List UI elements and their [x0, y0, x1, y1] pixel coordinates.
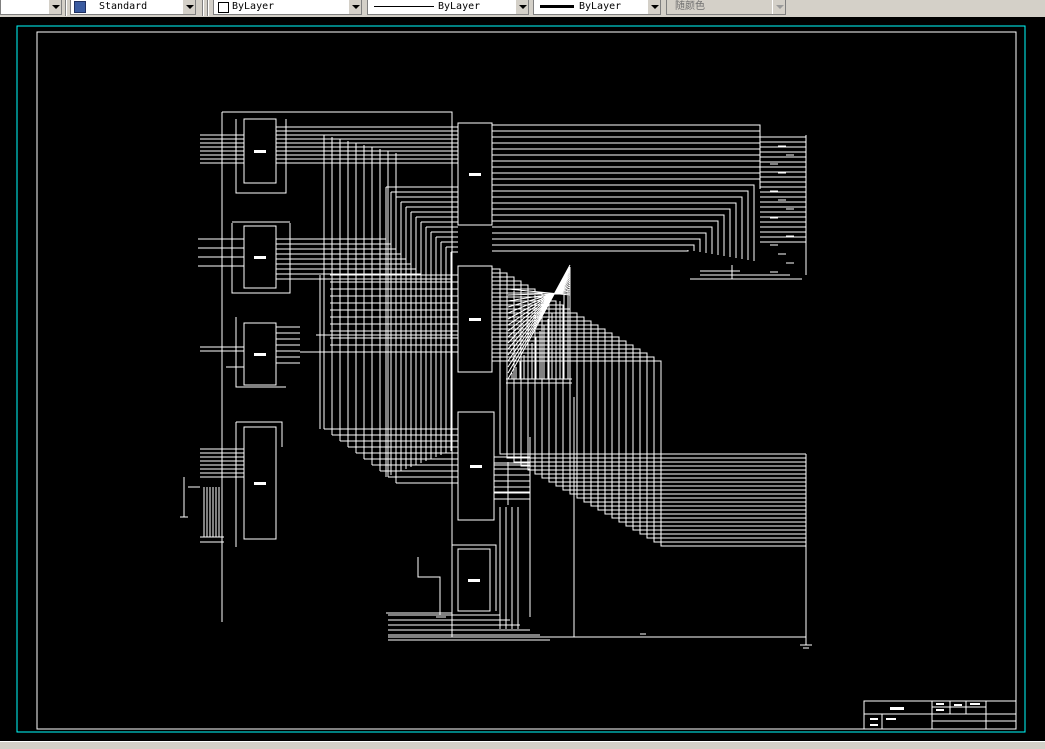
chevron-down-icon[interactable]: [515, 0, 528, 14]
plot-style-value: 随颜色: [675, 1, 705, 12]
title-block-text-mark: [890, 707, 904, 710]
chevron-down-icon[interactable]: [182, 0, 195, 14]
lineweight-combo[interactable]: ByLayer: [533, 0, 661, 15]
wire-traces: [180, 111, 812, 649]
chip-u4-label-mark: [254, 482, 266, 485]
color-swatch-icon: [218, 2, 229, 13]
chevron-down-icon[interactable]: [647, 0, 660, 14]
chip-cpu-label-mark: [469, 173, 481, 176]
toolbar-separator: [202, 0, 204, 16]
lineweight-value: ByLayer: [579, 1, 622, 12]
drawing-canvas[interactable]: [0, 17, 1045, 741]
title-block-text-mark: [886, 718, 896, 720]
toolbar-separator: [207, 0, 209, 16]
properties-toolbar: Standard ByLayer ByLayer ByLayer 随颜色: [0, 0, 1045, 18]
title-block-text-mark: [936, 709, 944, 711]
title-block-text-mark: [870, 724, 878, 726]
layer-color-value: ByLayer: [232, 1, 275, 12]
title-block-text-mark: [936, 703, 944, 705]
title-block-text-mark: [970, 703, 980, 705]
text-style-icon: [74, 1, 86, 13]
line-sample-icon: [374, 6, 434, 7]
circuit-wires: [180, 111, 812, 649]
chevron-down-icon[interactable]: [48, 0, 61, 14]
chip-u6-label-mark: [469, 318, 481, 321]
layer-color-combo[interactable]: ByLayer: [213, 0, 362, 15]
chip-u7-label-mark: [470, 465, 482, 468]
chip-u3-label-mark: [254, 353, 266, 356]
text-style-value: Standard: [99, 1, 148, 12]
schematic-drawing[interactable]: [0, 17, 1045, 741]
toolbar-separator: [65, 0, 67, 16]
chip-u8-label-mark: [468, 579, 480, 582]
chip-u2-label-mark: [254, 256, 266, 259]
title-block-text-mark: [954, 704, 962, 706]
text-style-combo[interactable]: Standard: [70, 0, 196, 15]
chevron-down-icon[interactable]: [348, 0, 361, 14]
thick-line-sample-icon: [540, 5, 574, 8]
plot-style-combo[interactable]: 随颜色: [666, 0, 786, 15]
title-block: [863, 700, 1017, 730]
cut-off-combo[interactable]: [0, 0, 62, 15]
chip-u1-label-mark: [254, 150, 266, 153]
linetype-combo[interactable]: ByLayer: [367, 0, 529, 15]
chevron-down-icon[interactable]: [772, 0, 785, 14]
title-block-frame: [863, 700, 1017, 730]
title-block-text-mark: [870, 718, 878, 720]
linetype-value: ByLayer: [438, 1, 481, 12]
